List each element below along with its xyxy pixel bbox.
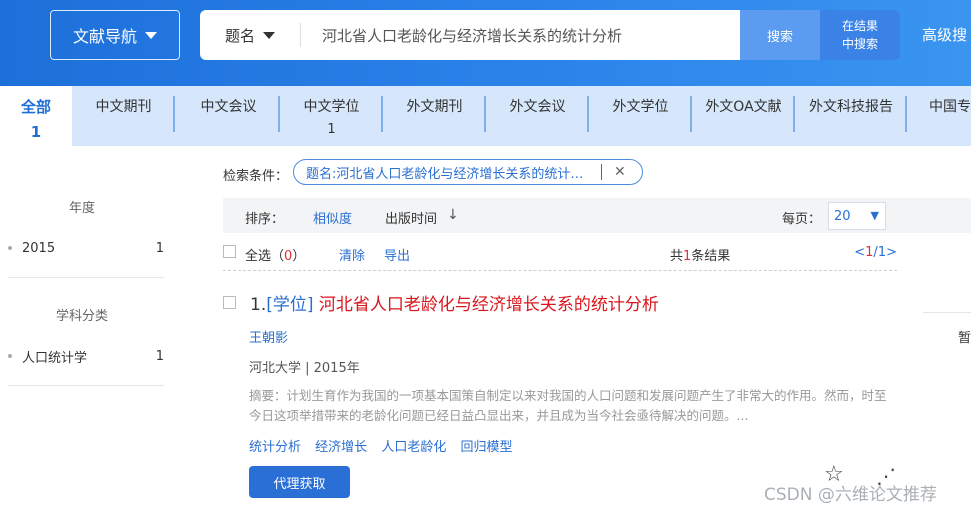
watermark: CSDN @六维论文推荐 xyxy=(764,485,937,505)
result-source: 河北大学 | 2015年 xyxy=(249,361,360,376)
tab-chinese-journals[interactable]: 中文期刊 xyxy=(72,86,175,146)
tab-foreign-tech-reports[interactable]: 外文科技报告 xyxy=(795,86,907,146)
sort-bar: 排序： 相似度 出版时间 ↓ 每页： 20 ▼ xyxy=(223,198,971,233)
facet-count: 1 xyxy=(155,240,164,256)
clear-button[interactable]: 清除 xyxy=(339,245,365,264)
caret-down-icon xyxy=(263,31,275,39)
tab-label: 全部 xyxy=(20,98,51,116)
facet-label: 人口统计学 xyxy=(22,350,88,366)
tab-label: 中文期刊 xyxy=(95,99,152,115)
search-in-results-button[interactable]: 在结果 中搜索 xyxy=(820,10,900,60)
per-page-label: 每页： xyxy=(782,212,822,227)
caret-down-icon xyxy=(145,31,157,39)
select-all-label: 全选（0） xyxy=(245,249,306,264)
resource-tabs: 全部 1 中文期刊 中文会议 中文学位 1 外文期刊 外文会议 外文学位 外文O… xyxy=(0,86,971,146)
sort-relevance[interactable]: 相似度 xyxy=(313,208,352,227)
result-index: 1. xyxy=(250,295,267,315)
bullet-icon xyxy=(8,246,12,250)
chevron-down-icon: ▼ xyxy=(870,209,879,222)
selected-count: 0 xyxy=(284,249,293,264)
advanced-search-link[interactable]: 高级搜 xyxy=(922,24,967,45)
divider xyxy=(8,277,164,278)
tab-label: 中国专 xyxy=(929,99,971,115)
result-title-link[interactable]: 河北省人口老龄化与经济增长关系的统计分析 xyxy=(319,295,659,315)
result-title-row: 1.[学位] 河北省人口老龄化与经济增长关系的统计分析 xyxy=(250,290,659,315)
tab-label: 中文学位 xyxy=(303,99,360,115)
filter-label: 检索条件： xyxy=(223,169,289,184)
tab-all[interactable]: 全部 1 xyxy=(0,86,72,146)
divider xyxy=(601,164,602,180)
tab-chinese-conferences[interactable]: 中文会议 xyxy=(177,86,280,146)
divider xyxy=(223,270,897,271)
sort-publish-date[interactable]: 出版时间 xyxy=(385,208,437,227)
select-all-text: 全选 xyxy=(245,249,272,264)
search-field-select[interactable]: 题名 xyxy=(200,10,300,60)
tab-count: 1 xyxy=(30,123,42,141)
facet-year-2015[interactable]: 2015 1 xyxy=(8,237,164,259)
facet-year-heading: 年度 xyxy=(68,201,95,216)
per-page-select[interactable]: 20 ▼ xyxy=(828,202,886,230)
tab-foreign-conferences[interactable]: 外文会议 xyxy=(486,86,589,146)
divider xyxy=(923,312,971,313)
result-type: [学位] xyxy=(266,295,314,315)
search-field-label: 题名 xyxy=(224,26,255,45)
search-input[interactable] xyxy=(301,10,740,60)
tab-divider xyxy=(173,96,175,132)
header-bar: 文献导航 题名 搜索 在结果 中搜索 高级搜 xyxy=(0,0,971,86)
total-suffix: 条结果 xyxy=(691,249,731,264)
sort-label: 排序： xyxy=(245,212,285,227)
divider xyxy=(8,385,164,386)
tab-china-patents[interactable]: 中国专 xyxy=(907,86,971,146)
arrow-down-icon[interactable]: ↓ xyxy=(447,207,459,223)
export-button[interactable]: 导出 xyxy=(384,245,410,264)
keyword-link[interactable]: 回归模型 xyxy=(460,440,512,455)
select-all-checkbox[interactable] xyxy=(223,245,236,258)
pager[interactable]: <1/1> xyxy=(854,245,897,260)
total-prefix: 共 xyxy=(670,249,684,264)
tab-count: 1 xyxy=(327,122,336,137)
result-abstract: 摘要：计划生育作为我国的一项基本国策自制定以来对我国的人口问题和发展问题产生了非… xyxy=(249,388,887,423)
selection-row: 全选（0） 清除 导出 共1条结果 <1/1> xyxy=(223,243,897,265)
filter-tag-text: 题名:河北省人口老龄化与经济增长关系的统计分析 xyxy=(306,166,591,182)
per-page-value: 20 xyxy=(834,208,851,224)
page: 文献导航 题名 搜索 在结果 中搜索 高级搜 全部 1 中文期刊 xyxy=(0,0,971,511)
page-current: 1 xyxy=(865,245,874,260)
filter-tag: 题名:河北省人口老龄化与经济增长关系的统计分析 ✕ xyxy=(293,159,643,185)
page-total: 1 xyxy=(877,245,887,260)
facet-count: 1 xyxy=(155,348,164,364)
close-icon[interactable]: ✕ xyxy=(614,164,626,180)
literature-nav-label: 文献导航 xyxy=(72,27,137,46)
right-panel-text: 暂 xyxy=(958,331,971,346)
tab-chinese-degrees[interactable]: 中文学位 1 xyxy=(280,86,383,146)
tab-foreign-oa[interactable]: 外文OA文献 xyxy=(692,86,795,146)
proxy-fetch-button[interactable]: 代理获取 xyxy=(249,466,350,498)
result-total: 共1条结果 xyxy=(670,245,730,264)
tab-label: 中文会议 xyxy=(200,99,257,115)
result-checkbox[interactable] xyxy=(223,296,236,309)
search-in-results-line2: 中搜索 xyxy=(841,37,878,51)
bullet-icon xyxy=(8,354,12,358)
facet-label: 2015 xyxy=(22,240,56,256)
result-keywords: 统计分析 经济增长 人口老龄化 回归模型 xyxy=(249,436,522,455)
literature-nav-button[interactable]: 文献导航 xyxy=(50,10,180,60)
tab-foreign-degrees[interactable]: 外文学位 xyxy=(589,86,692,146)
keyword-link[interactable]: 统计分析 xyxy=(249,440,301,455)
facet-subject-demography[interactable]: 人口统计学 1 xyxy=(8,345,164,367)
tab-label: 外文学位 xyxy=(612,99,669,115)
tab-label: 外文会议 xyxy=(509,99,566,115)
search-button[interactable]: 搜索 xyxy=(740,10,820,60)
tab-label: 外文科技报告 xyxy=(809,99,893,115)
keyword-link[interactable]: 经济增长 xyxy=(315,440,367,455)
result-author[interactable]: 王朝影 xyxy=(249,327,288,346)
keyword-link[interactable]: 人口老龄化 xyxy=(381,440,446,455)
tab-label: 外文OA文献 xyxy=(705,99,782,115)
search-in-results-line1: 在结果 xyxy=(841,19,878,33)
tab-label: 外文期刊 xyxy=(406,99,463,115)
search-box: 题名 xyxy=(200,10,740,60)
tab-foreign-journals[interactable]: 外文期刊 xyxy=(383,86,486,146)
facet-subject-heading: 学科分类 xyxy=(55,309,108,324)
